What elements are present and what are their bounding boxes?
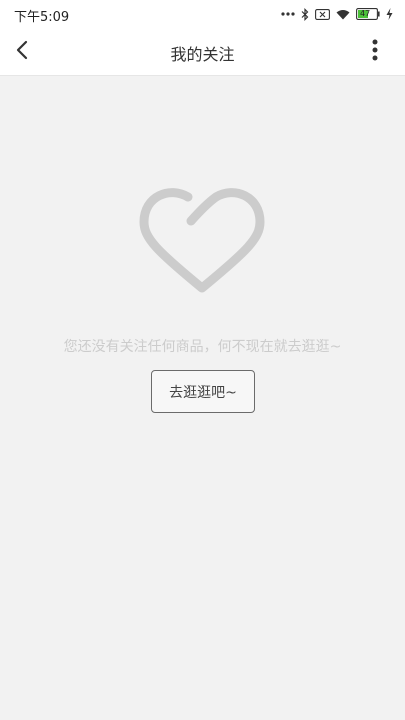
more-vertical-icon <box>372 39 378 65</box>
header: 我的关注 <box>0 28 405 76</box>
battery-level: 47 <box>360 9 371 18</box>
bluetooth-icon <box>301 7 309 21</box>
wifi-icon <box>336 9 350 20</box>
page-title: 我的关注 <box>170 45 235 64</box>
status-time: 下午5:09 <box>14 10 70 25</box>
status-icons: 47 <box>281 7 393 21</box>
empty-message: 您还没有关注任何商品，何不现在就去逛逛~ <box>63 339 342 355</box>
charging-icon <box>386 8 393 20</box>
sim-off-icon <box>315 8 330 20</box>
go-shopping-button[interactable]: 去逛逛吧~ <box>151 370 255 413</box>
empty-state: 您还没有关注任何商品，何不现在就去逛逛~ 去逛逛吧~ <box>0 76 405 720</box>
more-dots-icon <box>281 12 295 16</box>
status-bar: 下午5:09 47 <box>0 0 405 28</box>
more-button[interactable] <box>363 36 387 68</box>
battery-icon: 47 <box>356 8 380 20</box>
heart-icon <box>139 188 265 294</box>
